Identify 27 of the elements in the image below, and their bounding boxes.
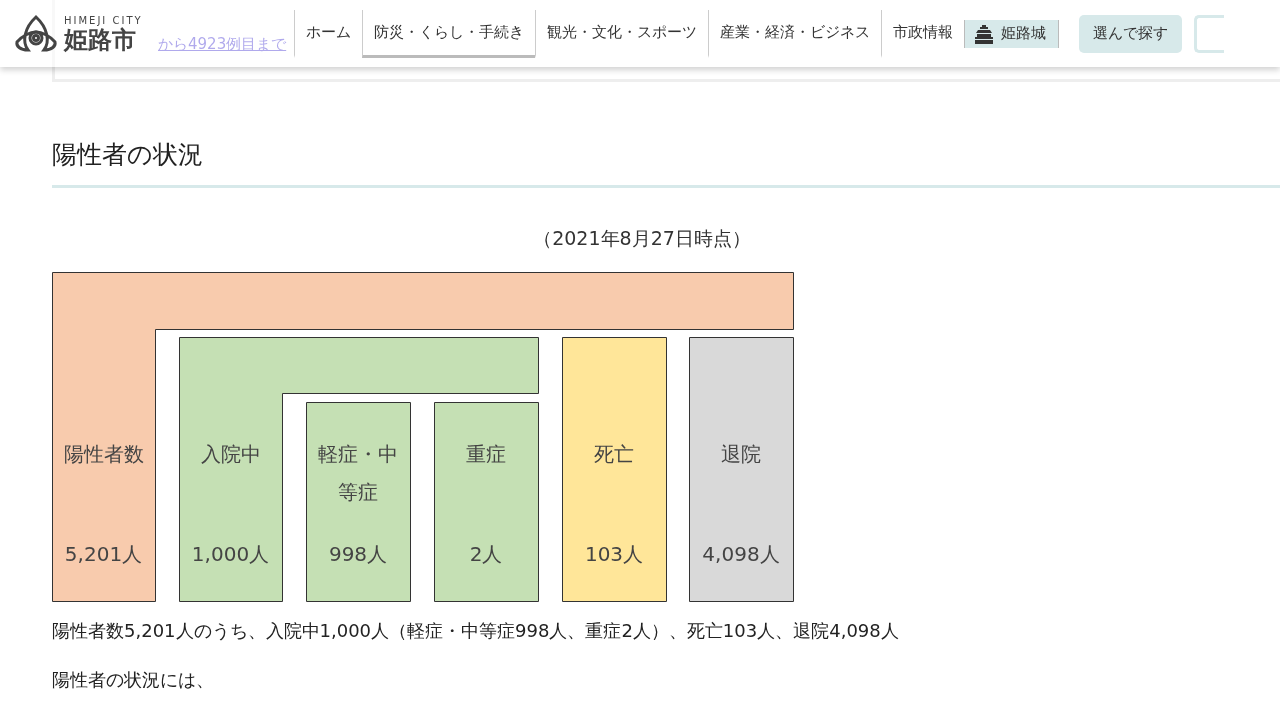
category-count: 5,201人 (63, 541, 144, 568)
logo-subtitle: HIMEJI CITY (64, 15, 143, 26)
category-count: 2人 (468, 541, 504, 568)
section-heading: 陽性者の状況 (52, 138, 1280, 188)
category-label: 退院 (720, 441, 762, 468)
as-of-date: （2021年8月27日時点） (532, 226, 752, 251)
category-label: 死亡 (593, 441, 635, 468)
summary-text: 陽性者数5,201人のうち、入院中1,000人（軽症・中等症998人、重症2人）、死亡103人、退院4,098人 (52, 619, 900, 643)
castle-icon (973, 23, 995, 44)
castle-link[interactable]: 姫路城 (964, 19, 1059, 48)
nav-tab[interactable]: 観光・文化・スポーツ (535, 9, 708, 58)
category-label: 陽性者数 (62, 441, 145, 468)
browse-button[interactable]: 選んで探す (1079, 14, 1182, 53)
category-count: 1,000人 (190, 541, 271, 568)
category-label: 重症 (465, 441, 507, 468)
cut-off-button[interactable] (1194, 14, 1224, 53)
category-count: 998人 (327, 541, 389, 568)
logo-title: 姫路市 (64, 27, 137, 52)
nav-tab[interactable]: 産業・経済・ビジネス (708, 9, 881, 58)
nav-tab[interactable]: 防災・くらし・手続き (362, 9, 535, 58)
category-count: 103人 (583, 541, 645, 568)
nav-tab[interactable]: ホーム (294, 9, 362, 58)
category-count: 4,098人 (701, 541, 781, 568)
city-emblem-icon (14, 13, 58, 54)
note-text: 陽性者の状況には、 (52, 668, 215, 692)
category-label: 軽症・中等症 (317, 441, 399, 506)
category-label: 入院中 (199, 441, 262, 468)
